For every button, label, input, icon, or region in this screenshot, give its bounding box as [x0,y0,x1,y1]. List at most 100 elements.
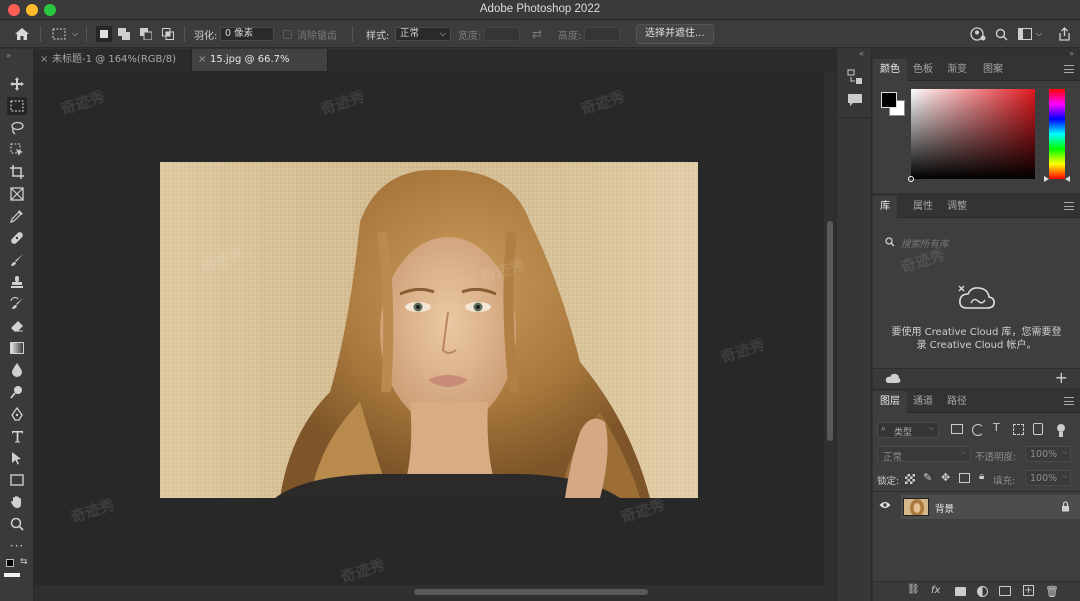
history-panel-button[interactable] [847,69,863,88]
style-select[interactable]: 正常 ⌵ [395,27,451,41]
close-icon[interactable]: × [198,49,206,71]
share-user-button[interactable] [970,25,986,43]
object-selection-tool[interactable] [7,141,27,159]
document-image[interactable] [160,162,698,498]
collapse-panels-icon[interactable]: » [1069,49,1074,58]
marquee-preset-picker[interactable]: ⌵ [52,25,78,43]
home-button[interactable] [14,25,30,43]
clone-stamp-tool[interactable] [7,273,27,291]
panel-menu-icon[interactable] [1064,202,1074,210]
cloud-sync-icon[interactable] [885,373,901,385]
filter-type-icon[interactable]: T [993,421,1000,434]
eraser-tool[interactable] [7,317,27,335]
panel-menu-icon[interactable] [1064,65,1074,73]
new-selection-mode[interactable] [96,26,112,42]
tab-paths[interactable]: 路径 [940,391,974,413]
brush-tool[interactable] [7,251,27,269]
panel-menu-icon[interactable] [1064,397,1074,405]
foreground-color-swatch[interactable] [881,92,897,108]
opacity-input[interactable]: 100% ⌵ [1025,446,1071,462]
select-and-mask-button[interactable]: 选择并遮住... [636,24,714,44]
vertical-scrollbar[interactable] [824,71,836,585]
trash-icon[interactable]: 🗑︎ [1045,585,1059,598]
add-selection-mode[interactable] [118,28,130,40]
collapse-toolbar-icon[interactable]: » [6,51,11,60]
tab-channels[interactable]: 通道 [906,391,940,413]
filter-pixel-icon[interactable] [951,424,963,434]
healing-brush-tool[interactable] [7,229,27,247]
pen-tool[interactable] [7,405,27,423]
horizontal-scroll-thumb[interactable] [414,589,648,595]
height-input[interactable] [584,27,620,41]
share-button[interactable] [1058,25,1071,43]
search-button[interactable] [995,25,1008,43]
canvas-area[interactable] [34,71,824,585]
move-tool[interactable] [7,75,27,93]
crop-tool[interactable] [7,163,27,181]
path-selection-tool[interactable] [7,449,27,467]
layer-item-background[interactable]: 背景 [901,495,1080,519]
tab-swatches[interactable]: 色板 [906,59,940,81]
tab-libraries[interactable]: 库 [873,196,897,218]
quick-mask-icon[interactable] [4,573,20,577]
layer-filter-select[interactable]: ⌕ 类型 ⌵ [877,422,939,438]
add-library-icon[interactable]: + [1055,369,1068,387]
zoom-tool[interactable] [7,515,27,533]
hue-marker-right[interactable] [1065,176,1070,182]
close-icon[interactable]: × [40,49,48,71]
history-brush-tool[interactable] [7,295,27,313]
lock-position-icon[interactable]: ✥ [941,471,950,484]
library-search-field[interactable]: 搜索所有库 [879,232,1074,252]
swap-icon[interactable]: ⇄ [532,25,542,43]
hand-tool[interactable] [7,493,27,511]
layer-visibility-toggle[interactable] [879,501,891,512]
rectangular-marquee-tool[interactable] [7,97,27,115]
more-tools-button[interactable]: ··· [7,537,27,555]
tab-gradients[interactable]: 渐变 [940,59,974,81]
color-picker-cursor[interactable] [908,176,914,182]
new-group-icon[interactable] [999,586,1011,596]
swap-colors-icon[interactable]: ⇆ [20,557,28,567]
hue-slider[interactable] [1044,89,1070,182]
filter-toggle-icon[interactable] [1057,424,1065,432]
tab-properties[interactable]: 属性 [906,196,940,218]
eyedropper-tool[interactable] [7,207,27,225]
blur-tool[interactable] [7,361,27,379]
blend-mode-select[interactable]: 正常 ⌵ [877,446,971,463]
tab-adjustments[interactable]: 调整 [940,196,974,218]
lock-all-icon[interactable]: 🔒︎ [979,471,984,482]
frame-tool[interactable] [7,185,27,203]
subtract-selection-mode[interactable] [140,28,153,41]
width-input[interactable] [484,27,520,41]
filter-smartobject-icon[interactable] [1033,423,1043,435]
dodge-tool[interactable] [7,383,27,401]
adjustment-layer-icon[interactable] [977,586,988,597]
horizontal-scrollbar[interactable] [34,585,836,601]
filter-shape-icon[interactable] [1013,424,1024,435]
vertical-scroll-thumb[interactable] [827,221,833,441]
workspace-switcher[interactable]: ⌵ [1018,25,1042,43]
comments-panel-button[interactable] [847,93,863,110]
color-field[interactable] [908,89,1035,182]
tab-layers[interactable]: 图层 [873,391,907,413]
antialias-checkbox[interactable]: 消除锯齿 [283,25,337,43]
feather-input[interactable]: 0 像素 [220,27,274,41]
lock-artboard-icon[interactable] [959,473,970,483]
expand-dock-icon[interactable]: « [859,49,864,58]
type-tool[interactable] [7,427,27,445]
rectangle-tool[interactable] [7,471,27,489]
tab-15-jpg[interactable]: × 15.jpg @ 66.7%(RGB/8) [192,49,328,87]
fx-icon[interactable]: fx [931,585,940,596]
intersect-selection-mode[interactable] [162,28,174,40]
add-mask-icon[interactable] [955,587,966,596]
hue-marker-left[interactable] [1044,176,1049,182]
fill-input[interactable]: 100% ⌵ [1025,470,1071,486]
tab-color[interactable]: 颜色 [873,59,907,81]
new-layer-icon[interactable]: + [1023,585,1034,596]
filter-adjustment-icon[interactable] [972,424,984,436]
link-layers-icon[interactable]: ⛓︎ [907,584,920,595]
gradient-tool[interactable] [7,339,27,357]
tab-untitled-1[interactable]: × 未标题-1 @ 164%(RGB/8) [34,49,192,71]
lasso-tool[interactable] [7,119,27,137]
tab-patterns[interactable]: 图案 [976,59,1010,81]
